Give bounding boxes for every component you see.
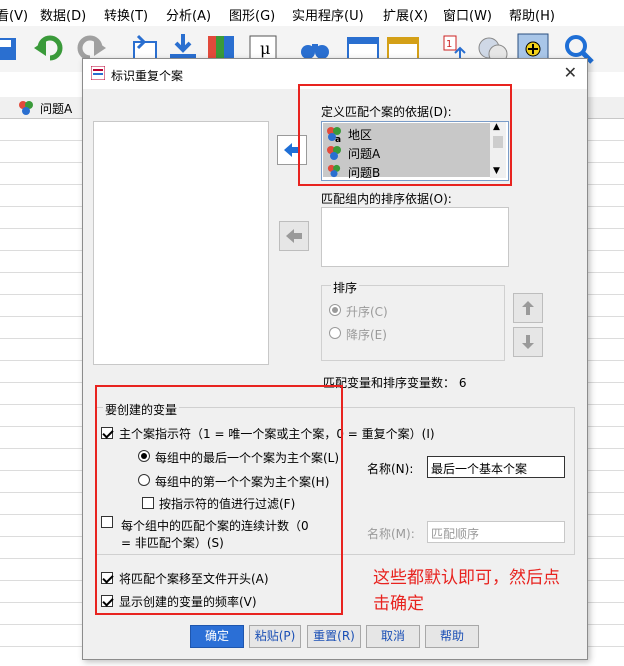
- sort-group-title: 排序: [331, 279, 360, 296]
- move-up-button[interactable]: [513, 293, 543, 323]
- annotation-line-2: 击确定: [373, 594, 424, 614]
- undo-icon[interactable]: [32, 32, 66, 66]
- arrow-down-icon: [522, 335, 534, 349]
- move-to-sort-button[interactable]: [279, 221, 309, 251]
- column-header-label[interactable]: 问题A: [40, 100, 72, 117]
- annotation-box-match: [298, 84, 512, 186]
- annotation-line-1: 这些都默认即可，然后点: [373, 568, 560, 588]
- ascending-radio[interactable]: [329, 304, 341, 316]
- svg-text:1: 1: [446, 39, 452, 50]
- sequential-count-name-input[interactable]: 匹配顺序: [427, 521, 565, 543]
- name2-label: 名称(M):: [367, 527, 415, 541]
- menu-transform[interactable]: 转换(T): [104, 5, 148, 24]
- menu-analyze[interactable]: 分析(A): [166, 5, 211, 24]
- menu-bar: 看(V) 数据(D) 转换(T) 分析(A) 图形(G) 实用程序(U) 扩展(…: [0, 0, 624, 26]
- menu-help[interactable]: 帮助(H): [509, 5, 555, 24]
- menu-extensions[interactable]: 扩展(X): [383, 5, 428, 24]
- descending-label: 降序(E): [346, 328, 387, 342]
- ok-button[interactable]: 确定: [190, 625, 244, 648]
- sort-list-label: 匹配组内的排序依据(O):: [321, 192, 452, 206]
- sort-order-group: [321, 285, 505, 361]
- help-button[interactable]: 帮助: [425, 625, 479, 648]
- reset-button[interactable]: 重置(R): [307, 625, 361, 648]
- descending-radio[interactable]: [329, 327, 341, 339]
- close-icon[interactable]: ✕: [564, 63, 577, 82]
- sort-variable-list[interactable]: [321, 207, 509, 267]
- primary-indicator-name-input[interactable]: 最后一个基本个案: [427, 456, 565, 478]
- paste-button[interactable]: 粘贴(P): [249, 625, 301, 648]
- menu-view[interactable]: 看(V): [0, 5, 28, 24]
- svg-text:μ: μ: [260, 39, 270, 58]
- name1-label: 名称(N):: [367, 462, 414, 476]
- cancel-button[interactable]: 取消: [366, 625, 420, 648]
- save-icon[interactable]: [0, 32, 22, 66]
- arrow-up-icon: [522, 301, 534, 315]
- arrow-left-icon: [286, 229, 302, 243]
- menu-utilities[interactable]: 实用程序(U): [292, 5, 364, 24]
- annotation-note: 这些都默认即可，然后点 击确定: [373, 565, 560, 617]
- dialog-title: 标识重复个案: [111, 69, 184, 83]
- ascending-label: 升序(C): [346, 305, 388, 319]
- source-variable-list[interactable]: [93, 121, 269, 365]
- annotation-box-create: [95, 385, 343, 615]
- variable-count: 匹配变量和排序变量数： 6: [323, 376, 467, 390]
- dialog-app-icon: [91, 66, 105, 80]
- menu-graphs[interactable]: 图形(G): [229, 5, 275, 24]
- menu-window[interactable]: 窗口(W): [443, 5, 492, 24]
- move-down-button[interactable]: [513, 327, 543, 357]
- nominal-variable-icon: [19, 101, 33, 115]
- menu-data[interactable]: 数据(D): [40, 5, 86, 24]
